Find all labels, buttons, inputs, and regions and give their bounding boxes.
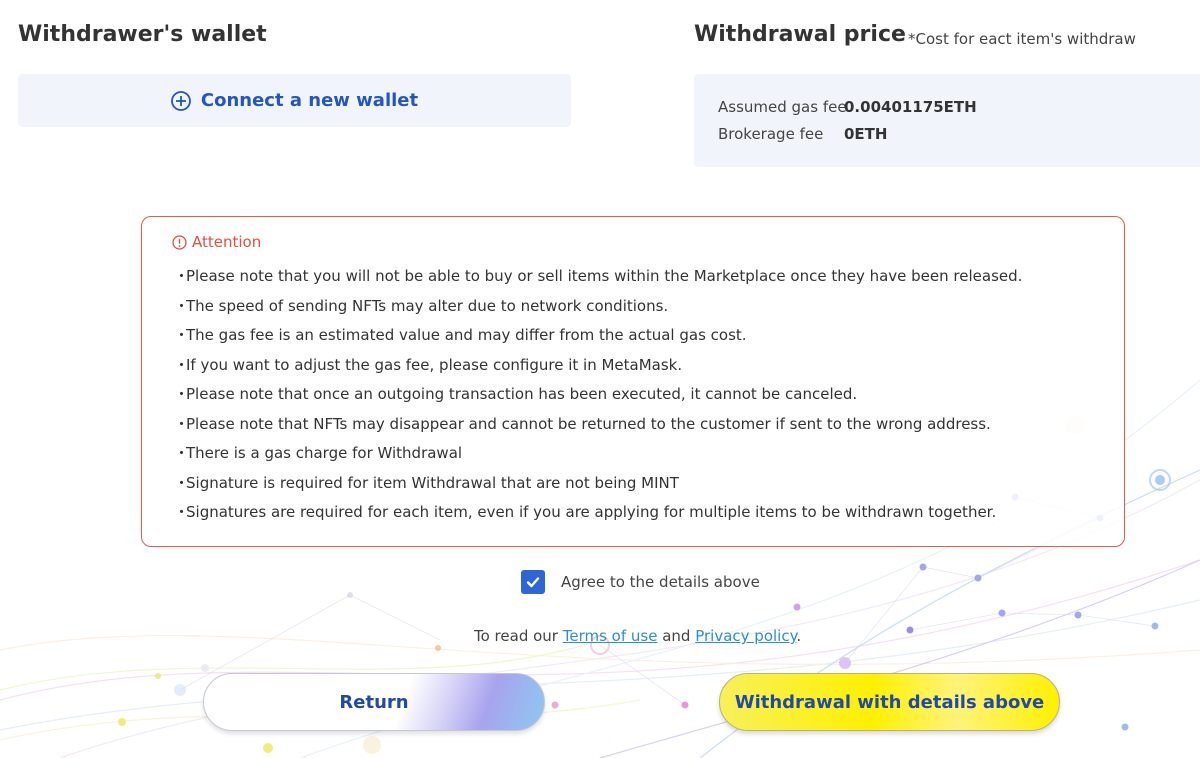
gas-fee-label: Assumed gas fee	[718, 98, 847, 116]
bullet: ・	[174, 355, 190, 374]
bullet: ・	[174, 296, 190, 315]
bullet: ・	[174, 473, 190, 492]
agree-row: Agree to the details above	[521, 570, 760, 594]
bullet: ・	[174, 385, 190, 403]
list-item-text: Please note that you will not be able to…	[186, 267, 1023, 285]
terms-and: and	[657, 627, 696, 645]
bullet: ・	[174, 326, 190, 344]
return-button[interactable]: Return	[203, 673, 545, 731]
list-item: ・Please note that you will not be able t…	[174, 265, 1022, 295]
list-item-text: There is a gas charge for Withdrawal	[186, 444, 463, 462]
terms-of-use-link[interactable]: Terms of use	[563, 627, 658, 645]
agree-label: Agree to the details above	[561, 573, 760, 591]
price-note: *Cost for eact item's withdraw	[908, 30, 1136, 48]
checkmark-icon	[526, 577, 540, 588]
bullet: ・	[174, 503, 190, 521]
list-item-text: The gas fee is an estimated value and ma…	[186, 326, 747, 344]
list-item: ・Signature is required for item Withdraw…	[174, 472, 1022, 502]
list-item-text: Please note that NFTs may disappear and …	[186, 414, 991, 433]
list-item: ・The gas fee is an estimated value and m…	[174, 324, 1022, 354]
gas-fee-value: 0.00401175ETH	[844, 98, 977, 116]
privacy-policy-link[interactable]: Privacy policy	[695, 627, 796, 645]
list-item-text: Signature is required for item Withdrawa…	[186, 473, 679, 492]
terms-suffix: .	[796, 627, 802, 645]
connect-wallet-button[interactable]: Connect a new wallet	[18, 74, 571, 127]
connect-wallet-label: Connect a new wallet	[200, 90, 419, 111]
withdraw-button[interactable]: Withdrawal with details above	[719, 673, 1060, 731]
agree-checkbox[interactable]	[521, 570, 545, 594]
brokerage-fee-row: Brokerage fee 0ETH	[718, 125, 887, 143]
list-item: ・The speed of sending NFTs may alter due…	[174, 295, 1022, 325]
list-item-text: Signatures are required for each item, e…	[186, 503, 997, 521]
attention-list: ・Please note that you will not be able t…	[174, 265, 1022, 531]
list-item-text: Please note that once an outgoing transa…	[186, 385, 858, 403]
terms-notice: To read our Terms of use and Privacy pol…	[474, 627, 801, 645]
price-section-title: Withdrawal price	[694, 22, 906, 47]
list-item-text: If you want to adjust the gas fee, pleas…	[186, 355, 683, 374]
attention-heading-text: Attention	[192, 233, 262, 251]
brokerage-fee-value: 0ETH	[844, 125, 888, 143]
bullet: ・	[174, 414, 190, 433]
list-item: ・There is a gas charge for Withdrawal	[174, 442, 1022, 472]
bullet: ・	[174, 444, 190, 462]
wallet-section-title: Withdrawer's wallet	[18, 22, 267, 47]
list-item: ・If you want to adjust the gas fee, plea…	[174, 354, 1022, 384]
attention-panel: Attention ・Please note that you will not…	[141, 216, 1125, 547]
brokerage-fee-label: Brokerage fee	[718, 125, 824, 143]
gas-fee-row: Assumed gas fee 0.00401175ETH	[718, 98, 977, 116]
info-circle-icon	[172, 234, 187, 250]
terms-prefix: To read our	[474, 627, 563, 645]
bullet: ・	[174, 267, 190, 285]
list-item: ・Please note that NFTs may disappear and…	[174, 413, 1022, 443]
list-item: ・Signatures are required for each item, …	[174, 501, 1022, 531]
price-panel: Assumed gas fee 0.00401175ETH Brokerage …	[694, 74, 1200, 167]
list-item: ・Please note that once an outgoing trans…	[174, 383, 1022, 413]
plus-circle-icon	[170, 90, 191, 111]
list-item-text: The speed of sending NFTs may alter due …	[186, 296, 669, 315]
attention-heading: Attention	[172, 233, 261, 251]
return-button-label: Return	[339, 691, 409, 713]
withdraw-button-label: Withdrawal with details above	[734, 691, 1045, 713]
